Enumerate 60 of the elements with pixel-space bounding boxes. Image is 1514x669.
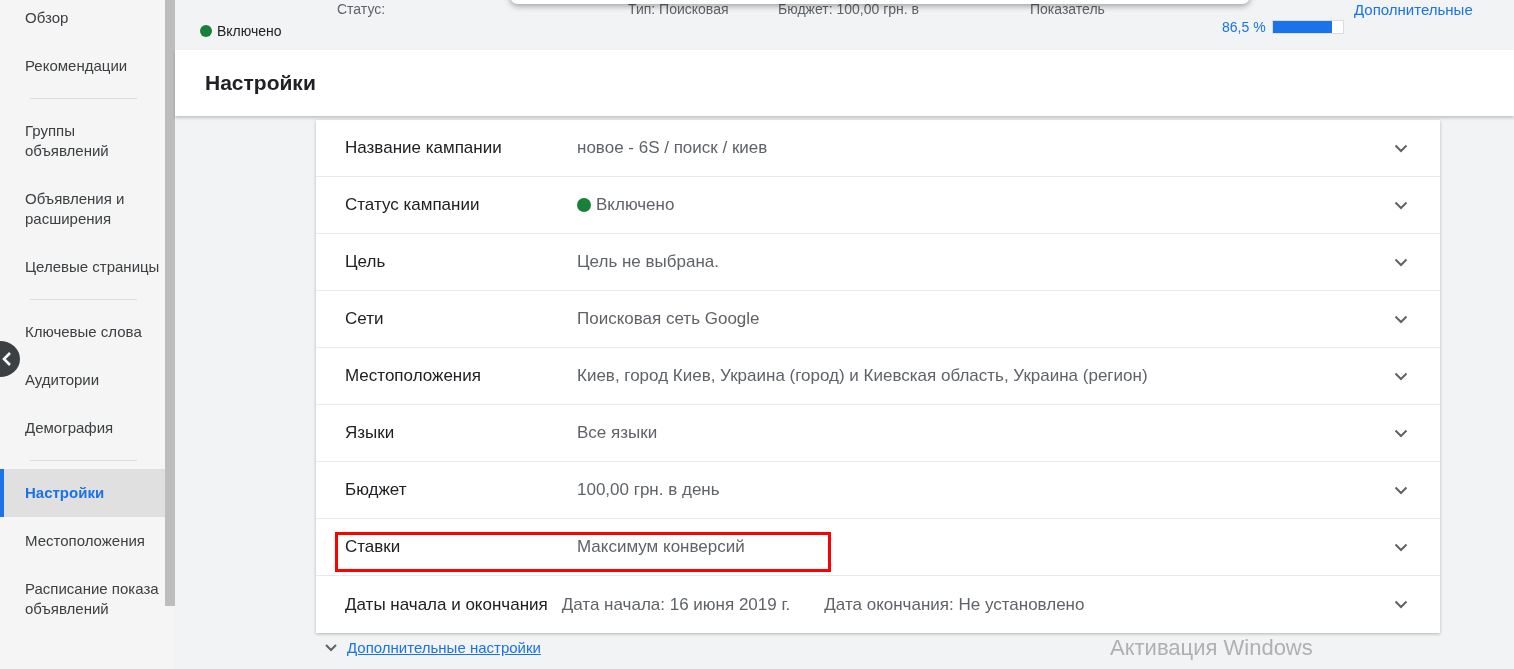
- settings-row[interactable]: Языки Все языки: [316, 405, 1440, 462]
- campaign-budget: Бюджет: 100,00 грн. в: [778, 1, 920, 17]
- sidebar-item[interactable]: Целевые страницы: [20, 243, 165, 291]
- settings-row[interactable]: Местоположения Киев, город Киев, Украина (город) и Киевская область, Украина (регион): [316, 348, 1440, 405]
- settings-row[interactable]: Название кампании новое - 6S / поиск / киев: [316, 120, 1440, 177]
- sidebar-item[interactable]: Обзор: [20, 0, 165, 42]
- settings-row[interactable]: Ставки Максимум конверсий: [316, 519, 1440, 576]
- score-value: 86,5 %: [1222, 19, 1266, 35]
- sidebar-item[interactable]: Расписание показа объявлений: [20, 565, 165, 633]
- expand-icon[interactable]: [1394, 143, 1408, 153]
- chevron-left-icon: [2, 352, 12, 366]
- sidebar-item[interactable]: Демография: [20, 404, 165, 452]
- campaign-type: Тип: Поисковая: [628, 1, 730, 17]
- setting-value: Киев, город Киев, Украина (город) и Киевская область, Украина (регион): [577, 366, 1148, 386]
- more-link[interactable]: Дополнительные: [1354, 1, 1514, 17]
- sidebar-item[interactable]: Группы объявлений: [20, 107, 165, 175]
- chevron-down-icon: [325, 643, 337, 652]
- setting-value: новое - 6S / поиск / киев: [577, 138, 768, 158]
- setting-label: Статус кампании: [345, 195, 481, 215]
- setting-label: Даты начала и окончания: [345, 594, 548, 615]
- setting-label: Местоположения: [345, 366, 482, 386]
- setting-value: 100,00 грн. в день: [577, 480, 720, 500]
- settings-row[interactable]: Статус кампании Включено: [316, 177, 1440, 234]
- setting-value: Дата начала: 16 июня 2019 г.: [561, 594, 791, 615]
- settings-row[interactable]: Цель Цель не выбрана.: [316, 234, 1440, 291]
- activation-notice: Активация Windows: [1110, 635, 1313, 661]
- expand-icon[interactable]: [1394, 314, 1408, 324]
- setting-value: Максимум конверсий: [577, 537, 745, 557]
- sidebar-item[interactable]: Местоположения: [20, 517, 165, 565]
- sidebar-item[interactable]: Ключевые слова: [20, 308, 165, 356]
- page-title: Настройки: [205, 71, 316, 95]
- settings-row[interactable]: Бюджет 100,00 грн. в день: [316, 462, 1440, 519]
- sidebar-item[interactable]: Объявления и расширения: [20, 175, 165, 243]
- setting-label: Название кампании: [345, 138, 503, 158]
- expand-icon[interactable]: [1394, 200, 1408, 210]
- sidebar-item[interactable]: Аудитории: [20, 356, 165, 404]
- setting-value: Все языки: [577, 423, 658, 443]
- score-label: Показатель: [1030, 1, 1106, 17]
- setting-value: Включено: [577, 195, 675, 215]
- setting-value: Цель не выбрана.: [577, 252, 719, 272]
- scrollbar[interactable]: [165, 0, 175, 606]
- setting-label: Языки: [345, 423, 396, 443]
- sidebar-item[interactable]: Рекомендации: [20, 42, 165, 90]
- setting-label: Бюджет: [345, 480, 408, 500]
- setting-value: Дата окончания: Не установлено: [824, 594, 1085, 615]
- setting-value: Поисковая сеть Google: [577, 309, 760, 329]
- expand-icon[interactable]: [1394, 485, 1408, 495]
- expand-icon[interactable]: [1394, 600, 1408, 609]
- expand-icon[interactable]: [1394, 542, 1408, 552]
- setting-label: Ставки: [345, 537, 402, 557]
- status-value: Включено: [200, 17, 337, 39]
- expand-icon[interactable]: [1394, 371, 1408, 381]
- expand-icon[interactable]: [1394, 428, 1408, 438]
- status-label: Статус:: [337, 1, 387, 17]
- setting-label: Цель: [345, 252, 387, 272]
- more-settings-link[interactable]: Дополнительные настройки: [325, 639, 541, 656]
- settings-row[interactable]: Сети Поисковая сеть Google: [316, 291, 1440, 348]
- settings-row[interactable]: Даты начала и окончания Дата начала: 16 июня 2019 г. Дата окончания: Не установлено: [316, 576, 1440, 633]
- expand-icon[interactable]: [1394, 257, 1408, 267]
- setting-label: Сети: [345, 309, 385, 329]
